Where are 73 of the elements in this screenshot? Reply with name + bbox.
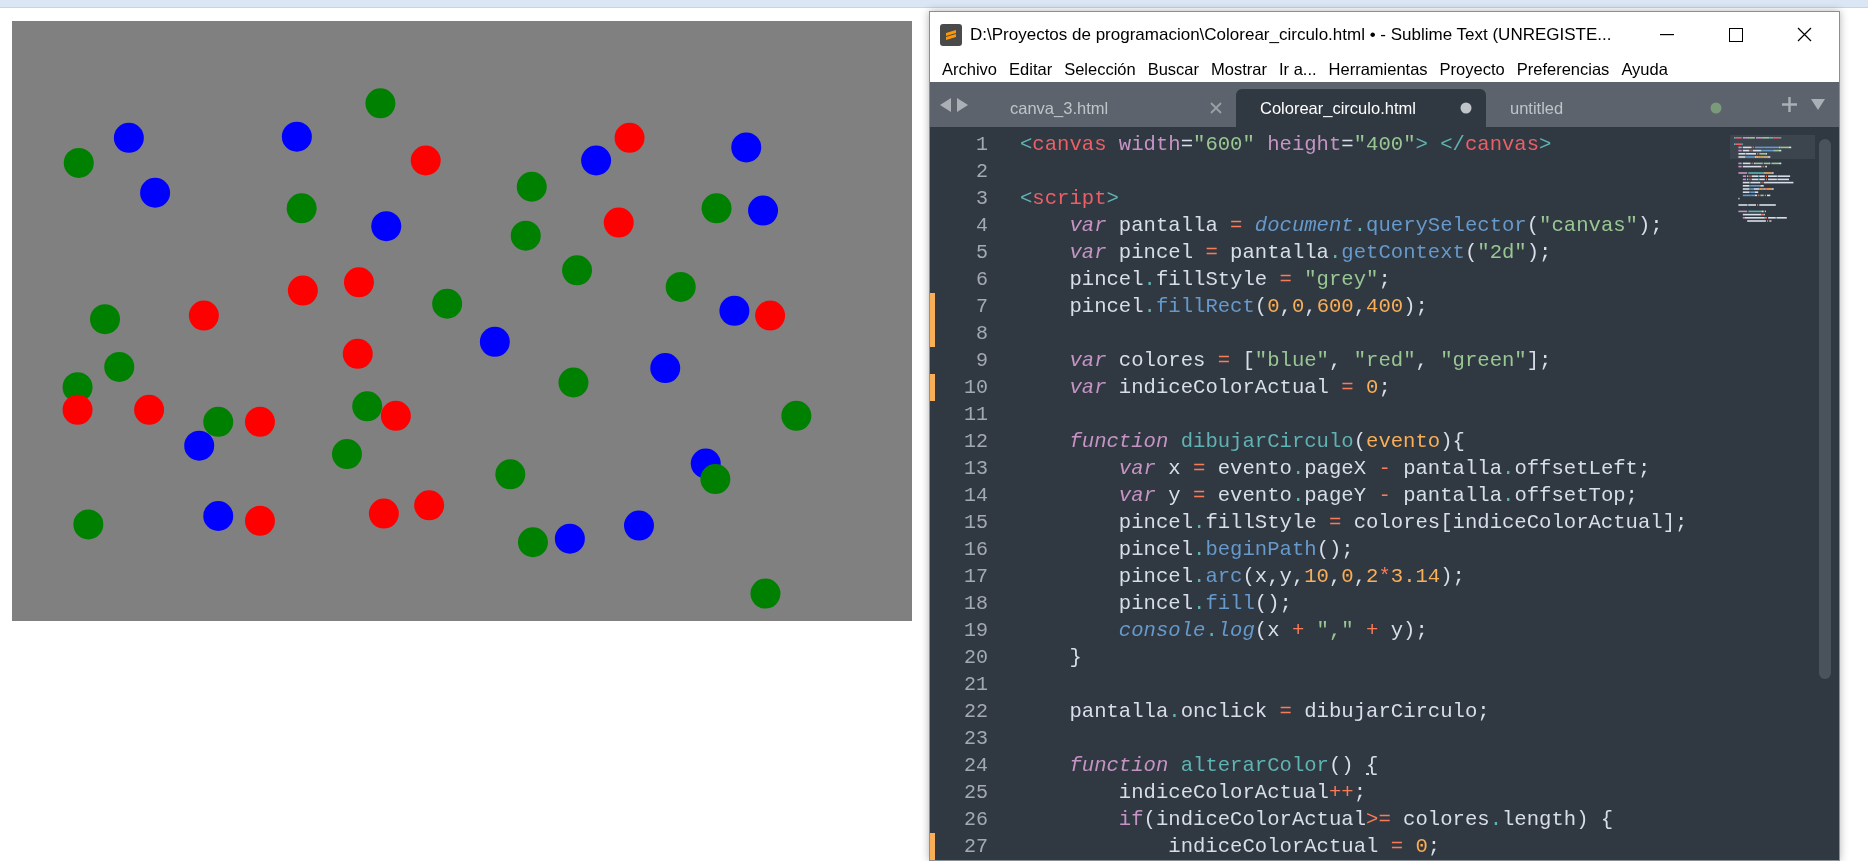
code-line: console.log(x + "," + y); bbox=[1117, 618, 1429, 644]
line-number: 6 bbox=[976, 267, 989, 293]
code-line: } bbox=[1068, 645, 1083, 671]
line-number: 2 bbox=[976, 159, 989, 185]
new-tab-icon[interactable] bbox=[1782, 97, 1797, 112]
line-number: 3 bbox=[976, 186, 989, 212]
code-line: var y = evento.pageY - pantalla.offsetTop; bbox=[1117, 483, 1639, 509]
line-number: 11 bbox=[964, 402, 989, 428]
code-line: pantalla.onclick = dibujarCirculo; bbox=[1068, 699, 1491, 725]
line-number: 24 bbox=[964, 753, 989, 779]
code-line: var pantalla = document.querySelector("canvas"); bbox=[1068, 213, 1664, 239]
forward-arrow-icon[interactable] bbox=[957, 97, 968, 112]
line-number: 22 bbox=[964, 699, 989, 725]
line-number: 13 bbox=[964, 456, 989, 482]
line-number: 10 bbox=[964, 375, 989, 401]
line-number: 20 bbox=[964, 645, 989, 671]
line-number: 17 bbox=[964, 564, 989, 590]
code-line: indiceColorActual = 0; bbox=[1167, 834, 1442, 860]
minimize-icon[interactable] bbox=[1659, 33, 1674, 36]
code-line: pincel.fillStyle = colores[indiceColorActual]; bbox=[1117, 510, 1689, 536]
unsaved-dot-icon[interactable] bbox=[1460, 102, 1472, 114]
line-number: 1 bbox=[976, 132, 989, 158]
menu-item[interactable]: Mostrar bbox=[1205, 57, 1273, 82]
menu-item[interactable]: Proyecto bbox=[1433, 57, 1511, 82]
line-number: 19 bbox=[964, 618, 989, 644]
close-icon[interactable] bbox=[1797, 27, 1812, 42]
menu-item[interactable]: Buscar bbox=[1141, 57, 1206, 82]
maximize-icon[interactable] bbox=[1728, 27, 1743, 42]
menu-item[interactable]: Ayuda bbox=[1615, 57, 1674, 82]
menu-item[interactable]: Selección bbox=[1058, 57, 1142, 82]
code-line: function dibujarCirculo(evento){ bbox=[1068, 429, 1466, 455]
code-line: <script> bbox=[1020, 186, 1120, 212]
code-line: pincel.fill(); bbox=[1117, 591, 1293, 617]
code-line: pincel.beginPath(); bbox=[1117, 537, 1355, 563]
line-number: 8 bbox=[976, 321, 989, 347]
line-number: 7 bbox=[976, 294, 989, 320]
code-line: var colores = ["blue", "red", "green"]; bbox=[1068, 348, 1553, 374]
dropdown-arrow-icon[interactable] bbox=[1811, 99, 1825, 110]
code-line: var pincel = pantalla.getContext("2d"); bbox=[1068, 240, 1553, 266]
line-number: 23 bbox=[964, 726, 989, 752]
code-line: pincel.fillStyle = "grey"; bbox=[1068, 267, 1392, 293]
menu-item[interactable]: Herramientas bbox=[1322, 57, 1434, 82]
line-number: 25 bbox=[964, 780, 989, 806]
line-number: 18 bbox=[964, 591, 989, 617]
editor-tab[interactable]: Colorear_circulo.html bbox=[1236, 89, 1486, 127]
line-number: 9 bbox=[976, 348, 989, 374]
line-number: 16 bbox=[964, 537, 989, 563]
code-line: var indiceColorActual = 0; bbox=[1068, 375, 1392, 401]
line-number: 5 bbox=[976, 240, 989, 266]
menu-item[interactable]: Editar bbox=[1003, 57, 1059, 82]
window-title: D:\Proyectos de programacion\Colorear_circulo.html • - Sublime Text (UNREGISTE... bbox=[969, 23, 1613, 46]
menu-item[interactable]: Archivo bbox=[936, 57, 1004, 82]
app-logo-icon bbox=[940, 23, 962, 46]
unsaved-dot-icon[interactable] bbox=[1710, 102, 1722, 114]
line-number: 21 bbox=[964, 672, 989, 698]
code-line: var x = evento.pageX - pantalla.offsetLeft; bbox=[1117, 456, 1652, 482]
code-line: indiceColorActual++; bbox=[1117, 780, 1368, 806]
code-line: pincel.fillRect(0,0,600,400); bbox=[1068, 294, 1429, 320]
code-line: if(indiceColorActual>= colores.length) { bbox=[1117, 807, 1615, 833]
line-number: 4 bbox=[976, 213, 989, 239]
close-tab-icon[interactable] bbox=[1210, 102, 1222, 114]
scrollbar-thumb[interactable] bbox=[1819, 139, 1831, 679]
line-number: 14 bbox=[964, 483, 989, 509]
menu-item[interactable]: Ir a... bbox=[1272, 57, 1323, 82]
line-number: 12 bbox=[964, 429, 989, 455]
code-line: <canvas width="600" height="400"> </canvas> bbox=[1020, 132, 1553, 158]
line-number: 27 bbox=[964, 834, 989, 860]
line-number: 26 bbox=[964, 807, 989, 833]
back-arrow-icon[interactable] bbox=[940, 97, 951, 112]
line-number: 15 bbox=[964, 510, 989, 536]
menu-item[interactable]: Preferencias bbox=[1510, 57, 1616, 82]
code-line: function alterarColor() { bbox=[1068, 753, 1380, 779]
code-line: pincel.arc(x,y,10,0,2*3.14); bbox=[1117, 564, 1466, 590]
